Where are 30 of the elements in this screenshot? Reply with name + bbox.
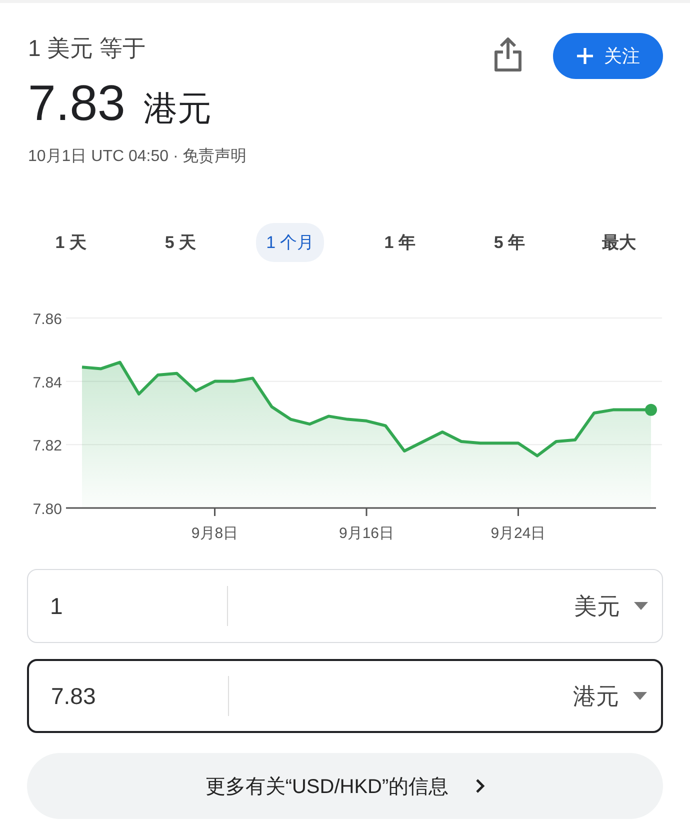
x-axis-label: 9月8日 xyxy=(191,525,238,542)
y-axis-label: 7.86 xyxy=(32,311,62,328)
plus-icon xyxy=(576,47,594,65)
timestamp: 10月1日 UTC 04:50 · xyxy=(28,148,180,165)
chevron-right-icon xyxy=(474,779,485,793)
y-axis-label: 7.80 xyxy=(32,501,62,518)
range-tab[interactable]: 5 年 xyxy=(484,223,536,262)
rate-value: 7.83 xyxy=(28,75,126,131)
range-tab[interactable]: 1 天 xyxy=(45,223,96,262)
more-info-button[interactable]: 更多有关“USD/HKD”的信息 xyxy=(27,753,663,819)
converter-field[interactable]: 1 美元 xyxy=(27,569,663,643)
caret-icon xyxy=(633,692,647,700)
currency-dropdown[interactable]: 美元 xyxy=(574,590,662,622)
disclaimer-link[interactable]: 免责声明 xyxy=(182,148,247,165)
share-icon[interactable] xyxy=(493,37,523,73)
range-tab[interactable]: 1 个月 xyxy=(256,223,324,262)
y-axis-label: 7.84 xyxy=(32,374,62,392)
base-label: 1 美元 等于 xyxy=(28,34,147,63)
x-axis-label: 9月24日 xyxy=(490,525,546,542)
y-axis-label: 7.82 xyxy=(32,438,62,455)
converter-field[interactable]: 7.83 港元 xyxy=(27,659,663,733)
range-tab[interactable]: 1 年 xyxy=(374,223,426,262)
currency-name: 港元 xyxy=(143,89,212,130)
caret-icon xyxy=(634,602,648,610)
currency-dropdown[interactable]: 港元 xyxy=(573,680,661,712)
x-axis-label: 9月16日 xyxy=(338,525,394,542)
range-tab[interactable]: 5 天 xyxy=(154,223,206,262)
follow-button[interactable]: 关注 xyxy=(553,33,663,79)
range-tab[interactable]: 最大 xyxy=(592,223,646,262)
end-point-dot xyxy=(645,404,657,416)
